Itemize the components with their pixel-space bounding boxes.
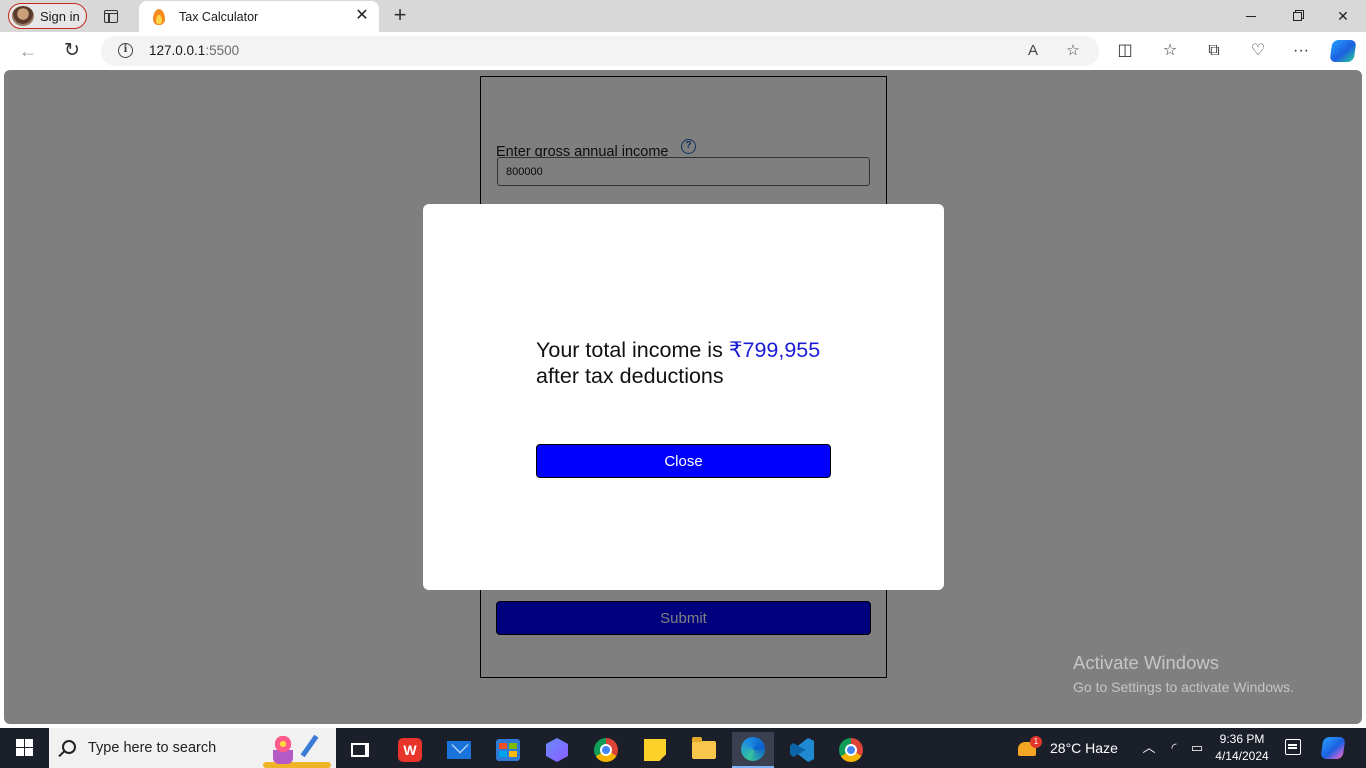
clock-date: 4/14/2024	[1215, 749, 1269, 763]
minimize-icon	[1246, 15, 1256, 17]
result-prefix: Your total income is	[536, 338, 729, 362]
chrome-profile-icon	[839, 738, 863, 762]
mail-icon	[447, 741, 471, 759]
vscode-icon	[790, 738, 814, 762]
collections-icon[interactable]: ⧉	[1203, 41, 1225, 61]
copilot-icon[interactable]	[1329, 40, 1357, 62]
profile-sign-in-button[interactable]: Sign in	[8, 3, 87, 29]
chrome-profile-button[interactable]	[830, 732, 872, 768]
info-icon[interactable]: i	[118, 43, 133, 58]
vscode-button[interactable]	[781, 732, 823, 768]
url-text: 127.0.0.1:5500	[149, 43, 239, 58]
wps-office-button[interactable]: W	[389, 732, 431, 768]
wps-office-icon: W	[398, 738, 422, 762]
window-close-button[interactable]: ✕	[1320, 0, 1366, 32]
minimize-button[interactable]	[1228, 0, 1274, 32]
result-modal: Your total income is ₹799,955 after tax …	[423, 204, 944, 590]
browser-essentials-icon[interactable]: ♡	[1247, 41, 1269, 61]
hex-app-button[interactable]	[536, 732, 578, 768]
result-message: Your total income is ₹799,955 after tax …	[536, 337, 856, 389]
edge-button[interactable]	[732, 732, 774, 768]
task-view-button[interactable]	[339, 732, 381, 768]
favorites-icon[interactable]: ☆	[1159, 41, 1181, 61]
clock-time: 9:36 PM	[1219, 732, 1265, 746]
address-bar[interactable]: i 127.0.0.1:5500 A ☆	[101, 36, 1099, 66]
tab-title: Tax Calculator	[179, 9, 259, 24]
sign-in-label: Sign in	[40, 8, 80, 24]
edge-icon	[741, 737, 765, 761]
result-suffix: after tax deductions	[536, 364, 724, 388]
weather-badge: 1	[1030, 736, 1042, 748]
battery-icon[interactable]: ▭	[1188, 738, 1206, 758]
more-menu-icon[interactable]: ···	[1290, 41, 1312, 61]
chrome-button[interactable]	[585, 732, 627, 768]
activate-windows-watermark: Activate Windows Go to Settings to activ…	[1073, 652, 1294, 695]
back-arrow-icon[interactable]: ←	[16, 40, 40, 62]
chevron-up-icon[interactable]: ︿	[1140, 738, 1158, 758]
store-icon	[496, 739, 520, 761]
copilot-taskbar-icon[interactable]	[1320, 737, 1346, 759]
watermark-subtitle: Go to Settings to activate Windows.	[1073, 679, 1294, 695]
windows-taskbar: Type here to search W 1 28°C Haze ︿ ◜ ▭ …	[0, 728, 1366, 768]
sticky-notes-button[interactable]	[634, 732, 676, 768]
page-viewport: Enter gross annual income ? Submit Your …	[4, 70, 1362, 724]
read-aloud-icon[interactable]: A	[1023, 41, 1043, 61]
tab-close-icon[interactable]: ✕	[353, 7, 371, 25]
flame-favicon-icon	[151, 8, 167, 26]
avatar	[12, 6, 34, 26]
task-view-icon	[351, 743, 369, 757]
favorite-star-icon[interactable]: ☆	[1063, 41, 1083, 61]
browser-tab-strip: Sign in Tax Calculator ✕ + ✕	[0, 0, 1366, 32]
mail-button[interactable]	[438, 732, 480, 768]
watermark-title: Activate Windows	[1073, 652, 1219, 673]
chrome-icon	[594, 738, 618, 762]
restore-icon	[1292, 11, 1302, 21]
url-port: :5500	[205, 43, 240, 58]
microsoft-store-button[interactable]	[487, 732, 529, 768]
refresh-icon[interactable]: ↻	[60, 40, 84, 62]
notification-icon[interactable]	[1285, 739, 1301, 755]
browser-toolbar: ← ↻ i 127.0.0.1:5500 A ☆ ◫ ☆ ⧉ ♡ ···	[0, 32, 1366, 70]
file-explorer-button[interactable]	[683, 732, 725, 768]
url-host: 127.0.0.1	[149, 43, 206, 58]
clock[interactable]: 9:36 PM 4/14/2024	[1212, 731, 1272, 765]
taskbar-search-box[interactable]: Type here to search	[49, 728, 336, 768]
tab-actions-icon	[104, 9, 118, 23]
search-icon	[62, 740, 76, 754]
tab-tax-calculator[interactable]: Tax Calculator ✕	[139, 1, 379, 32]
net-income-amount: ₹799,955	[728, 338, 821, 362]
search-highlight-icon	[263, 730, 331, 768]
close-button[interactable]: Close	[536, 444, 831, 478]
start-windows-icon[interactable]	[16, 739, 33, 756]
sticky-notes-icon	[644, 739, 666, 761]
close-icon: ✕	[1337, 7, 1349, 24]
split-screen-icon[interactable]: ◫	[1114, 41, 1136, 61]
restore-button[interactable]	[1274, 0, 1320, 32]
hex-app-icon	[546, 738, 568, 762]
weather-text[interactable]: 28°C Haze	[1050, 740, 1118, 756]
weather-icon[interactable]: 1	[1016, 736, 1042, 760]
folder-icon	[692, 737, 716, 759]
tab-actions-button[interactable]	[100, 6, 122, 26]
network-icon[interactable]: ◜	[1165, 738, 1183, 758]
search-placeholder: Type here to search	[88, 740, 217, 756]
new-tab-button[interactable]: +	[389, 3, 411, 27]
